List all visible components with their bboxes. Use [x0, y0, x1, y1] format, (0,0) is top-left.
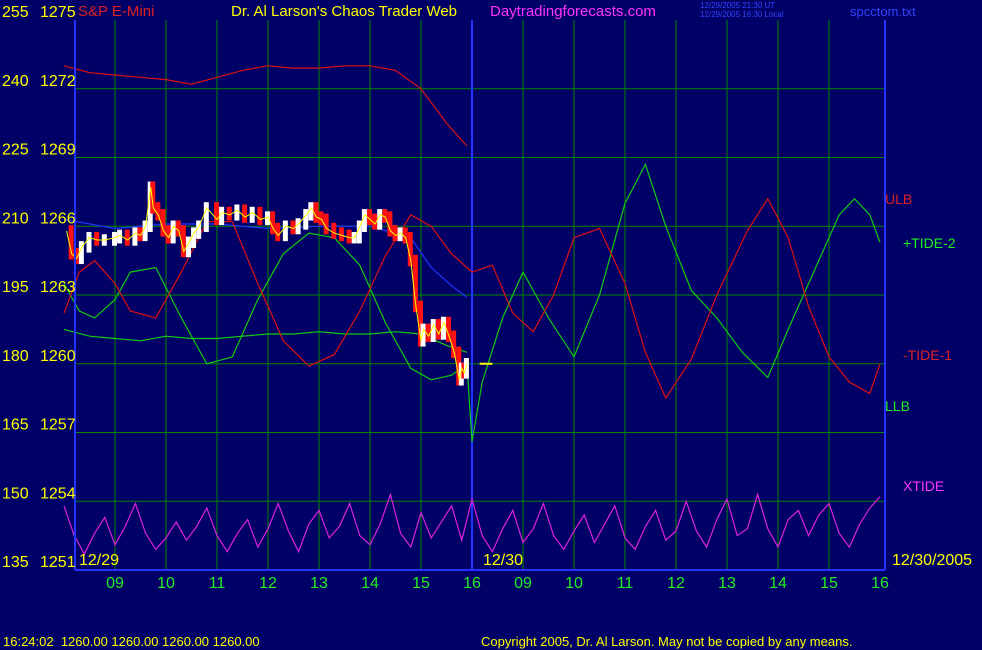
y-tick-label-primary: 150 — [2, 485, 29, 502]
y-tick-label-primary: 180 — [2, 348, 29, 365]
time-ut: 12/29/2005 21:30 UT — [700, 1, 775, 10]
y-tick-label-price: 1260 — [40, 348, 76, 365]
x-tick-label: 16 — [463, 575, 481, 592]
x-tick-label: 14 — [361, 575, 379, 592]
price-bar — [112, 231, 117, 246]
y-tick-label-primary: 255 — [2, 4, 29, 21]
series-line-llb — [63, 328, 468, 353]
x-tick-label: 14 — [769, 575, 787, 592]
y-tick-label-price: 1254 — [40, 485, 76, 502]
price-bar — [282, 220, 288, 242]
date-label-end: 12/30/2005 — [892, 552, 972, 569]
x-tick-label: 16 — [871, 575, 889, 592]
copyright: Copyright 2005, Dr. Al Larson. May not b… — [481, 634, 852, 649]
price-bar — [331, 222, 337, 239]
price-bar — [303, 209, 309, 230]
price-bar — [214, 202, 219, 226]
chart-title: Dr. Al Larson's Chaos Trader Web — [231, 3, 457, 20]
series-label-xtide: XTIDE — [903, 478, 944, 494]
x-tick-label: 12 — [667, 575, 685, 592]
x-tick-label: 10 — [157, 575, 175, 592]
x-tick-label: 10 — [565, 575, 583, 592]
x-tick-label: 15 — [412, 575, 430, 592]
price-bar — [124, 229, 130, 246]
x-tick-label: 11 — [617, 575, 634, 592]
instrument-label: S&P E-Mini — [78, 3, 154, 20]
price-bar — [234, 204, 240, 221]
y-tick-label-price: 1263 — [40, 279, 76, 296]
series-line-ulb — [63, 65, 468, 147]
price-bar — [132, 227, 138, 246]
series-label-llb: LLB — [885, 398, 910, 414]
y-tick-label-primary: 195 — [2, 279, 29, 296]
quote-readout: 16:24:02 1260.00 1260.00 1260.00 1260.00 — [3, 634, 260, 649]
y-tick-label-price: 1275 — [40, 4, 76, 21]
price-bars — [66, 181, 493, 386]
file-name: spcctom.txt — [850, 4, 916, 19]
y-tick-label-primary: 225 — [2, 142, 29, 159]
x-tick-label: 12 — [259, 575, 277, 592]
y-tick-label-primary: 240 — [2, 73, 29, 90]
date-label-mid: 12/30 — [483, 552, 523, 569]
y-tick-label-price: 1251 — [40, 554, 76, 571]
time-local: 12/29/2005 16:30 Local — [700, 10, 784, 19]
y-tick-label-price: 1272 — [40, 73, 76, 90]
price-bar — [203, 202, 209, 232]
site-link[interactable]: Daytradingforecasts.com — [490, 3, 656, 20]
chart: 255 1275 240 1272 225 1269 210 1266 195 1263 180 12… — [2, 1, 972, 649]
price-bar — [242, 204, 248, 223]
price-bar — [257, 206, 263, 226]
y-tick-label-primary: 135 — [2, 554, 29, 571]
x-tick-label: 13 — [310, 575, 328, 592]
series-label-tide2: +TIDE-2 — [903, 235, 956, 251]
x-tick-label: 15 — [820, 575, 838, 592]
gridlines — [75, 20, 885, 570]
y-tick-label-price: 1266 — [40, 210, 76, 227]
x-tick-label: 13 — [718, 575, 736, 592]
price-bar — [249, 206, 255, 223]
x-tick-label: 09 — [514, 575, 532, 592]
x-tick-label: 09 — [106, 575, 124, 592]
price-bar — [420, 323, 426, 347]
price-bar — [463, 358, 469, 379]
y-tick-label-price: 1269 — [40, 142, 76, 159]
price-bar — [86, 231, 92, 253]
series-label-tide1: -TIDE-1 — [903, 347, 952, 363]
date-label-start: 12/29 — [79, 552, 119, 569]
y-tick-label-primary: 165 — [2, 417, 29, 434]
x-tick-label: 11 — [209, 575, 226, 592]
y-tick-label-primary: 210 — [2, 210, 29, 227]
series-label-ulb: ULB — [885, 191, 912, 207]
y-tick-label-price: 1257 — [40, 417, 76, 434]
